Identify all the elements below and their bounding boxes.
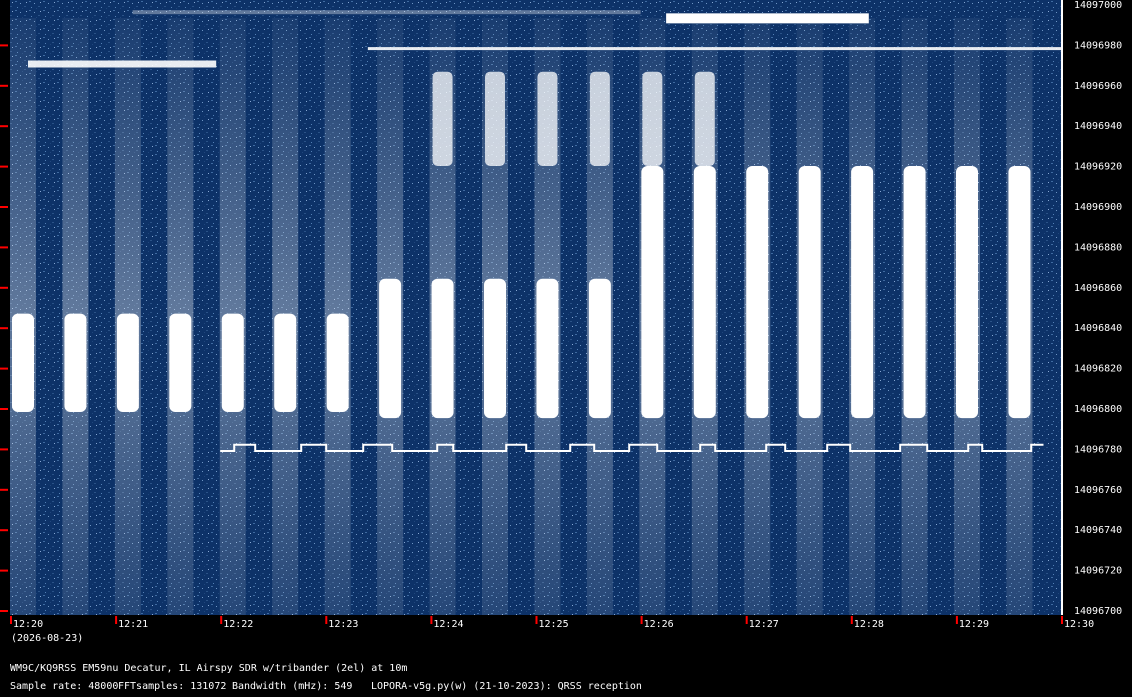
signal-bar-upper xyxy=(694,71,715,166)
time-label: 12:21 xyxy=(118,619,148,630)
signal-bar xyxy=(484,278,507,419)
signal-bar xyxy=(326,313,349,412)
freq-tick-left xyxy=(0,206,8,208)
freq-tick-left xyxy=(0,367,8,370)
time-label: 12:30 xyxy=(1064,619,1094,630)
freq-tick-left xyxy=(0,246,8,249)
time-label: 12:26 xyxy=(644,619,674,630)
time-label: 12:20 xyxy=(13,619,43,630)
time-label: 12:23 xyxy=(328,619,358,630)
signal-bar xyxy=(693,166,716,419)
signal-bar-upper xyxy=(589,71,610,166)
freq-tick-left xyxy=(0,488,8,491)
freq-label: 14096880 xyxy=(1074,242,1122,253)
time-tick xyxy=(640,616,643,624)
signal-bar-upper xyxy=(642,71,663,166)
signal-bar-upper xyxy=(432,71,453,166)
time-label: 12:24 xyxy=(433,619,463,630)
time-tick xyxy=(1061,616,1063,624)
trace-14096970 xyxy=(28,60,217,68)
signal-bar xyxy=(431,278,454,419)
freq-label: 14096800 xyxy=(1074,404,1122,415)
time-label: 12:22 xyxy=(223,619,253,630)
freq-label: 14096900 xyxy=(1074,202,1122,213)
freq-label: 14096720 xyxy=(1074,566,1122,577)
signal-bar-upper xyxy=(537,71,558,166)
freq-tick-left xyxy=(0,286,8,289)
freq-axis-line xyxy=(1061,0,1063,615)
time-tick xyxy=(220,616,223,624)
freq-tick-left xyxy=(0,448,8,451)
signal-bar xyxy=(379,278,402,419)
time-label: 12:29 xyxy=(959,619,989,630)
date-label: (2026-08-23) xyxy=(11,633,83,644)
time-tick xyxy=(115,616,118,624)
freq-label: 14096700 xyxy=(1074,606,1122,617)
time-tick xyxy=(535,616,538,624)
freq-tick-left xyxy=(0,610,8,612)
signal-bar xyxy=(169,313,192,412)
signal-bar xyxy=(274,313,297,412)
signal-bar xyxy=(851,166,874,419)
time-tick xyxy=(745,616,748,624)
signal-bar xyxy=(746,166,769,419)
software-info: LOPORA-v5g.py(w) (21-10-2023): QRSS rece… xyxy=(371,681,642,692)
signal-bar xyxy=(903,166,926,419)
time-label: 12:25 xyxy=(539,619,569,630)
signal-bar xyxy=(1008,166,1031,419)
freq-label: 14096820 xyxy=(1074,364,1122,375)
bandwidth: Bandwidth (mHz): 549 xyxy=(232,681,353,692)
freq-tick-left xyxy=(0,165,8,168)
freq-tick-left xyxy=(0,529,8,532)
freq-label: 14096740 xyxy=(1074,525,1122,536)
freq-label: 14096760 xyxy=(1074,485,1122,496)
trace-14096993 xyxy=(666,13,869,24)
signal-bar xyxy=(221,313,244,412)
sample-rate: Sample rate: 48000 xyxy=(10,681,119,692)
station-info: WM9C/KQ9RSS EM59nu Decatur, IL Airspy SD… xyxy=(10,663,408,674)
freq-label: 14096980 xyxy=(1074,40,1122,51)
signal-bar xyxy=(12,313,34,412)
signal-bar-upper xyxy=(485,71,506,166)
time-tick xyxy=(955,616,958,624)
signal-bar xyxy=(116,313,139,412)
freq-label: 14096780 xyxy=(1074,444,1122,455)
trace-faint-top xyxy=(132,10,641,15)
waterfall-spectrogram: 14097000 14096980 14096960 14096940 14096920… xyxy=(0,0,1122,644)
freq-tick-left xyxy=(0,44,8,47)
freq-label: 14096860 xyxy=(1074,283,1122,294)
freq-tick-left xyxy=(0,569,8,572)
freq-label: 14097000 xyxy=(1074,0,1122,11)
signal-bar xyxy=(64,313,87,412)
freq-tick-left xyxy=(0,84,8,87)
time-tick xyxy=(325,616,328,624)
signal-bar xyxy=(956,166,979,419)
time-label: 12:27 xyxy=(749,619,779,630)
freq-tick-left xyxy=(0,327,8,330)
fft-samples: FFTsamples: 131072 xyxy=(118,681,227,692)
signal-bar xyxy=(641,166,664,419)
time-tick xyxy=(10,616,12,624)
trace-14096978 xyxy=(367,47,1062,51)
time-tick xyxy=(850,616,853,624)
freq-tick-left xyxy=(0,125,8,128)
time-tick xyxy=(430,616,433,624)
signal-bar xyxy=(798,166,821,419)
freq-tick-left xyxy=(0,408,8,410)
time-label: 12:28 xyxy=(854,619,884,630)
freq-label: 14096840 xyxy=(1074,323,1122,334)
freq-label: 14096960 xyxy=(1074,81,1122,92)
freq-label: 14096920 xyxy=(1074,162,1122,173)
signal-bar xyxy=(536,278,559,419)
signal-bar xyxy=(588,278,611,419)
freq-label: 14096940 xyxy=(1074,121,1122,132)
